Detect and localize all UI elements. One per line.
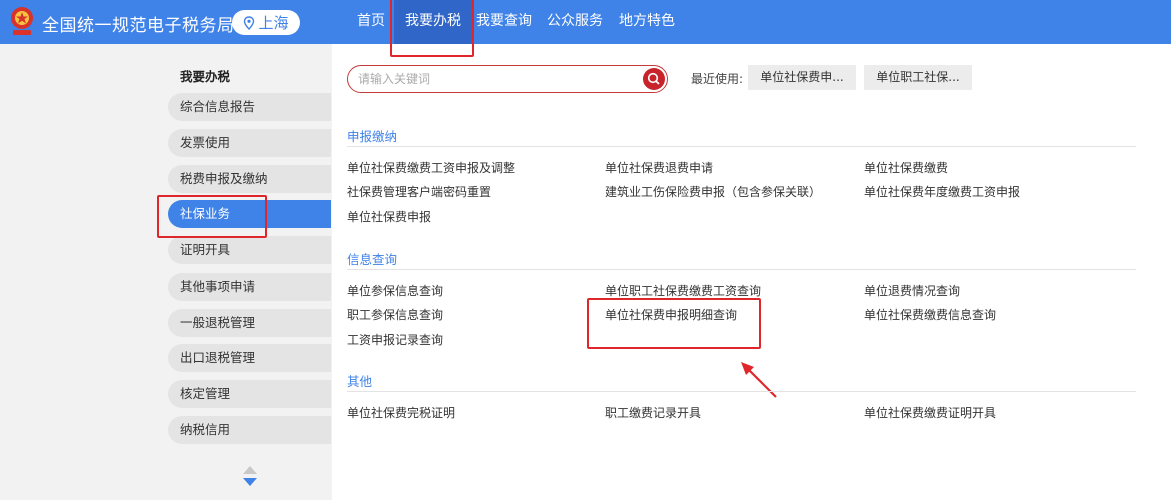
link-refund-apply[interactable]: 单位社保费退费申请 [605, 159, 713, 176]
sidebar-item-refund[interactable]: 一般退税管理 [168, 309, 331, 337]
section-divider [347, 269, 1136, 270]
recent-item[interactable]: 单位社保费申... [748, 65, 856, 90]
top-bar: 全国统一规范电子税务局 上海 首页 我要办税 我要查询 公众服务 地方特色 [0, 0, 1171, 44]
link-annual-wage-declare[interactable]: 单位社保费年度缴费工资申报 [864, 183, 1020, 200]
link-wage-declare-record-query[interactable]: 工资申报记录查询 [347, 331, 443, 348]
section-divider [347, 391, 1136, 392]
annotation-box-sidebar [157, 195, 267, 238]
recent-item[interactable]: 单位职工社保... [864, 65, 972, 90]
scroll-arrows-icon[interactable] [242, 465, 258, 487]
search-box [347, 65, 668, 93]
section-title-info-query: 信息查询 [347, 252, 398, 267]
sidebar-item-info-report[interactable]: 综合信息报告 [168, 93, 331, 121]
sidebar-item-credit[interactable]: 纳税信用 [168, 416, 331, 444]
recent-label: 最近使用: [691, 72, 744, 86]
annotation-box-nav [390, 0, 474, 57]
search-input[interactable] [358, 70, 638, 88]
link-ss-declare[interactable]: 单位社保费申报 [347, 208, 431, 225]
link-payment-info-query[interactable]: 单位社保费缴费信息查询 [864, 306, 996, 323]
region-label: 上海 [258, 14, 289, 32]
nav-public-service[interactable]: 公众服务 [543, 0, 607, 44]
sidebar-item-invoice[interactable]: 发票使用 [168, 129, 331, 157]
link-refund-status-query[interactable]: 单位退费情况查询 [864, 282, 960, 299]
section-title-other: 其他 [347, 374, 373, 389]
section-title-declare-pay: 申报缴纳 [347, 129, 398, 144]
annotation-box-target [587, 298, 761, 349]
link-ss-payment[interactable]: 单位社保费缴费 [864, 159, 948, 176]
link-payment-certificate[interactable]: 单位社保费缴费证明开具 [864, 404, 996, 421]
site-title: 全国统一规范电子税务局 [42, 16, 235, 36]
link-tax-payment-certificate[interactable]: 单位社保费完税证明 [347, 404, 455, 421]
region-selector[interactable]: 上海 [232, 10, 300, 35]
link-employee-wage-query[interactable]: 单位职工社保费缴费工资查询 [605, 282, 761, 299]
sidebar-item-declare-pay[interactable]: 税费申报及缴纳 [168, 165, 331, 193]
link-employee-insured-query[interactable]: 职工参保信息查询 [347, 306, 443, 323]
location-pin-icon [244, 15, 255, 30]
sidebar-item-other-requests[interactable]: 其他事项申请 [168, 273, 331, 301]
nav-local-features[interactable]: 地方特色 [615, 0, 679, 44]
nav-home[interactable]: 首页 [350, 0, 392, 44]
link-client-password-reset[interactable]: 社保费管理客户端密码重置 [347, 183, 491, 200]
sidebar-item-export-refund[interactable]: 出口退税管理 [168, 344, 331, 372]
nav-query[interactable]: 我要查询 [472, 0, 536, 44]
annotation-arrow-icon [741, 362, 777, 398]
link-insured-info-query[interactable]: 单位参保信息查询 [347, 282, 443, 299]
link-employee-payment-record[interactable]: 职工缴费记录开具 [605, 404, 701, 421]
link-construction-injury-insurance[interactable]: 建筑业工伤保险费申报（包含参保关联） [605, 183, 821, 200]
search-icon [647, 72, 660, 85]
sidebar-heading: 我要办税 [180, 69, 231, 84]
link-wage-declare-adjust[interactable]: 单位社保费缴费工资申报及调整 [347, 159, 515, 176]
sidebar-item-certificate[interactable]: 证明开具 [168, 236, 331, 264]
section-divider [347, 146, 1136, 147]
sidebar-item-assessment[interactable]: 核定管理 [168, 380, 331, 408]
search-button[interactable] [643, 68, 665, 90]
tax-emblem-icon [11, 7, 33, 35]
